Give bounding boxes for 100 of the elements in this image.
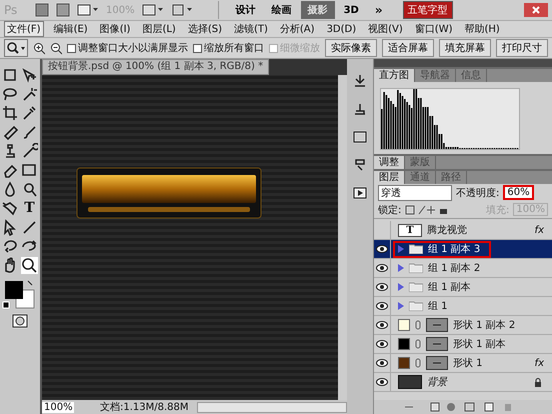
option-button[interactable]: 填充屏幕 <box>439 39 491 57</box>
panel-tab[interactable]: 直方图 <box>374 69 415 82</box>
blend-mode-dropdown[interactable]: 穿透 <box>378 184 452 200</box>
eye-icon[interactable] <box>376 302 388 310</box>
menu-item[interactable]: 选择(S) <box>186 22 224 36</box>
layer-row[interactable]: 组 1 副本 2 <box>374 259 552 278</box>
layer-row[interactable]: 组 1 <box>374 297 552 316</box>
vector-mask-thumbnail <box>426 318 448 332</box>
menu-item[interactable]: 3D(D) <box>324 24 358 34</box>
option-button[interactable]: 实际像素 <box>325 39 377 57</box>
magic-wand-icon[interactable] <box>21 86 38 103</box>
layer-name: 形状 1 副本 <box>453 338 506 351</box>
layer-name: 组 1 副本 2 <box>428 262 480 275</box>
zoom-out-icon[interactable] <box>50 42 62 54</box>
eye-icon[interactable] <box>376 264 388 272</box>
workspace-button[interactable]: 设计 <box>228 1 263 19</box>
vertical-scrollbar[interactable] <box>338 75 347 400</box>
effects-label: fx <box>534 224 544 236</box>
close-button[interactable] <box>524 3 548 17</box>
move-icon[interactable] <box>21 67 38 84</box>
document-tab[interactable]: 按钮背景.psd @ 100% (组 1 副本 3, RGB/8) * <box>42 59 270 75</box>
expand-triangle-icon[interactable] <box>398 264 404 272</box>
opacity-field[interactable]: 60% <box>503 185 534 200</box>
layer-row[interactable]: 组 1 副本 3 <box>374 240 552 259</box>
layer-name: 背景 <box>427 376 447 389</box>
opacity-label: 不透明度: <box>456 186 500 200</box>
menu-item[interactable]: 帮助(H) <box>462 22 502 36</box>
vector-mask-thumbnail <box>426 337 448 351</box>
close-icon <box>532 6 540 14</box>
horizontal-scrollbar[interactable] <box>196 402 347 412</box>
text-layer-thumbnail: T <box>398 224 422 236</box>
zoom-field[interactable]: 100% <box>42 402 74 412</box>
eraser-icon[interactable] <box>2 162 19 179</box>
layer-row[interactable]: 形状 1 副本 2 <box>374 316 552 335</box>
layer-name: 组 1 副本 3 <box>428 242 480 256</box>
checkbox[interactable] <box>193 44 202 52</box>
layer-name: 组 1 副本 <box>428 280 471 294</box>
menu-item[interactable]: 文件(F) <box>4 21 44 37</box>
menu-item[interactable]: 滤镜(T) <box>232 22 270 36</box>
screen-icon[interactable] <box>170 3 193 17</box>
type-tool[interactable]: T <box>21 200 38 217</box>
menu-item[interactable]: 窗口(W) <box>412 22 454 36</box>
lock-options-icon[interactable] <box>405 204 450 214</box>
option-button[interactable]: 打印尺寸 <box>496 39 548 57</box>
menu-item[interactable]: 编辑(E) <box>52 22 90 36</box>
panel-tab[interactable]: 图层 <box>374 171 405 184</box>
eye-icon[interactable] <box>376 340 388 348</box>
crop-icon[interactable] <box>2 105 19 122</box>
eye-icon[interactable] <box>376 245 388 253</box>
lasso-icon[interactable] <box>2 86 19 103</box>
input-method-bar[interactable]: 五笔字型 <box>402 1 453 19</box>
more-workspaces[interactable]: » <box>368 1 390 19</box>
quick-mask-icon[interactable] <box>12 314 28 328</box>
menu-item[interactable]: 视图(V) <box>366 22 405 36</box>
panel-tab[interactable]: 调整 <box>374 156 405 169</box>
workspace-button[interactable]: 绘画 <box>264 1 299 19</box>
lock-label: 锁定: <box>378 204 402 216</box>
effects-label: fx <box>534 358 544 368</box>
checkbox[interactable] <box>67 44 76 52</box>
layer-name: 组 1 <box>428 300 448 313</box>
pen-icon[interactable] <box>2 200 19 217</box>
screen-mode-icon[interactable] <box>77 3 99 17</box>
layer-name: 形状 1 副本 2 <box>453 318 516 332</box>
arrow-icon[interactable] <box>2 219 19 236</box>
arrange-icon[interactable] <box>142 3 164 17</box>
menu-item[interactable]: 图像(I) <box>98 22 132 36</box>
layer-row[interactable]: 组 1 副本 <box>374 278 552 297</box>
eye-icon[interactable] <box>376 321 388 329</box>
expand-triangle-icon[interactable] <box>398 302 404 310</box>
marquee-icon[interactable] <box>2 67 19 84</box>
expand-triangle-icon[interactable] <box>398 283 404 291</box>
eye-icon[interactable] <box>376 378 388 386</box>
folder-icon <box>409 282 423 292</box>
dodge-icon[interactable] <box>21 181 38 198</box>
eye-icon[interactable] <box>376 359 388 367</box>
eye-icon[interactable] <box>376 283 388 291</box>
brush-icon[interactable] <box>21 124 38 141</box>
layer-row[interactable]: 背景 <box>374 373 552 392</box>
tool-preset-picker[interactable] <box>4 39 28 57</box>
menu-item[interactable]: 图层(L) <box>140 22 178 36</box>
eyedropper-icon[interactable] <box>21 105 38 122</box>
rotate-icon[interactable] <box>2 238 19 255</box>
history-brush-icon[interactable] <box>21 143 38 160</box>
option-button[interactable]: 适合屏幕 <box>382 39 434 57</box>
bandage-icon[interactable] <box>2 124 19 141</box>
layer-row[interactable]: 形状 1 fx <box>374 354 552 373</box>
magnifier-icon[interactable] <box>21 257 38 274</box>
layer-name: 腾龙视觉 <box>427 224 467 237</box>
line-icon[interactable] <box>21 219 38 236</box>
play-icon[interactable] <box>352 185 368 201</box>
zoom-in-icon[interactable] <box>33 42 45 54</box>
workspace-button[interactable]: 3D <box>336 1 366 19</box>
vector-mask-thumbnail <box>426 356 448 370</box>
document-size: 文档:1.13M/8.88M <box>100 400 189 414</box>
expand-triangle-icon[interactable] <box>398 245 404 253</box>
checkbox-label: 缩放所有窗口 <box>204 42 264 55</box>
workspace-button[interactable]: 摄影 <box>300 1 335 19</box>
layer-row[interactable]: 形状 1 副本 <box>374 335 552 354</box>
stamp-icon[interactable] <box>352 101 368 117</box>
menu-item[interactable]: 分析(A) <box>278 22 317 36</box>
